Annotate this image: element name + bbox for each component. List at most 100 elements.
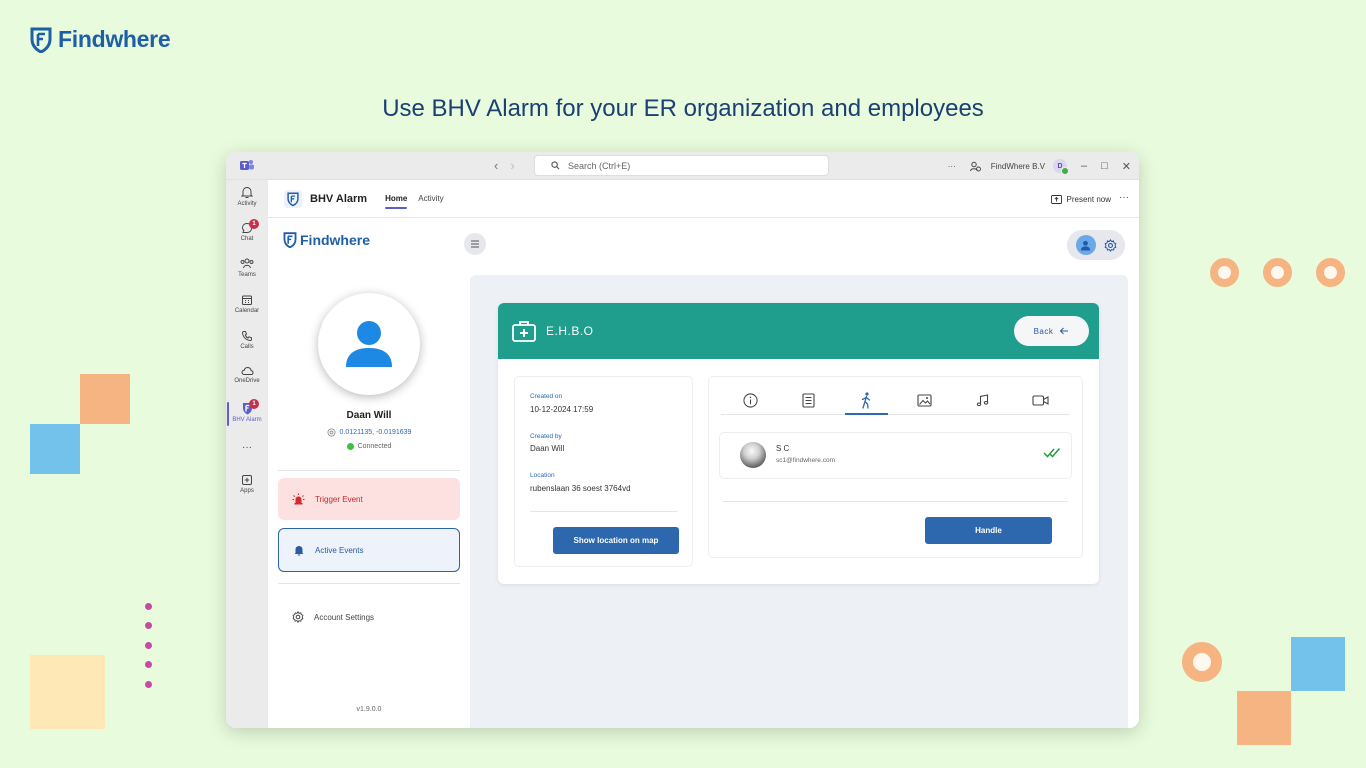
tab-info[interactable] [721,387,779,414]
rail-item-activity[interactable]: Activity [226,186,268,207]
hamburger-icon [471,240,479,248]
panel-brand-name: Findwhere [300,232,371,248]
search-placeholder: Search (Ctrl+E) [568,160,631,171]
location-value: rubenslaan 36 soest 3764vd [530,484,631,493]
created-by-label: Created by [530,433,562,440]
responder-avatar [740,442,766,468]
forward-arrow-icon[interactable]: › [510,158,514,173]
app-version: v1.9.0.0 [356,706,382,713]
status-dot [346,443,354,450]
maximize-icon[interactable]: □ [1101,160,1108,172]
minimize-icon[interactable]: – [1081,160,1087,172]
active-events-label: Active Events [315,545,364,555]
event-tab-bar [721,387,1070,415]
rail-item-apps[interactable]: Apps [226,474,268,494]
search-input[interactable]: Search (Ctrl+E) [534,155,829,176]
hamburger-menu-button[interactable] [464,233,486,255]
handle-button[interactable]: Handle [925,517,1052,544]
event-card: E.H.B.O Back Created on 10-12-2024 17:59… [498,303,1099,584]
trigger-event-button[interactable]: Trigger Event [278,478,460,520]
header-more-icon[interactable]: ··· [1119,180,1129,218]
decor-dot [145,642,152,649]
divider [723,501,1068,502]
first-aid-kit-icon [512,321,536,342]
rail-item-calls[interactable]: Calls [226,330,268,350]
tab-video[interactable] [1012,387,1070,414]
bell-ring-icon [294,546,304,556]
created-on-label: Created on [530,393,563,400]
present-now-button[interactable]: Present now [1050,180,1111,218]
tab-audio[interactable] [954,387,1012,414]
more-apps-icon: ··· [242,442,252,453]
content-area: E.H.B.O Back Created on 10-12-2024 17:59… [470,275,1128,728]
decor-square-yellow [30,655,105,729]
user-name: Daan Will [346,410,392,421]
image-icon [917,394,932,407]
walking-person-icon [862,392,871,409]
coordinates-text: 0.0121135, -0.0191639 [339,429,412,436]
tab-responders[interactable] [837,387,895,415]
rail-item-more[interactable]: ··· [226,442,268,453]
rail-label: Calls [240,344,254,350]
teams-logo-icon [240,160,254,170]
page-headline: Use BHV Alarm for your ER organization a… [382,95,984,122]
divider [530,511,677,512]
tab-home[interactable]: Home [385,180,408,218]
calendar-icon [242,295,252,305]
close-icon[interactable]: ✕ [1122,160,1131,173]
event-card-header: E.H.B.O Back [498,303,1099,359]
plus-square-icon [242,475,252,485]
rail-item-bhv-alarm[interactable]: BHV Alarm 1 [226,399,268,423]
decor-square-orange-right [1237,691,1291,745]
decor-dot [145,661,152,668]
org-name[interactable]: FindWhere B.V [991,162,1045,171]
info-icon [743,393,758,408]
decor-ring [1182,642,1222,682]
decor-dot [145,622,152,629]
rail-item-calendar[interactable]: Calendar [226,294,268,314]
findwhere-shield-icon [30,27,52,53]
decor-dot [145,603,152,610]
show-location-button[interactable]: Show location on map [553,527,679,554]
brand-name: Findwhere [58,26,171,52]
profile-button[interactable] [1075,235,1096,255]
findwhere-shield-icon [284,189,302,208]
video-camera-icon [1032,395,1049,406]
decor-ring [1263,258,1292,287]
org-switch-icon[interactable] [969,161,981,172]
user-avatar[interactable]: D [1053,159,1069,175]
created-by-value: Daan Will [530,444,565,453]
more-options-icon[interactable]: ··· [948,162,956,171]
teams-icon [240,258,254,269]
tab-details[interactable] [779,387,837,414]
music-note-icon [977,394,989,407]
present-icon [1050,194,1062,204]
account-settings-link[interactable]: Account Settings [292,611,374,623]
responder-row[interactable]: S C sc1@findwhere.com [719,432,1072,479]
user-icon [1080,240,1091,251]
double-check-icon [1043,448,1061,458]
tab-images[interactable] [896,387,954,414]
rail-label: Calendar [234,308,260,314]
rail-label: BHV Alarm [232,417,262,423]
account-settings-label: Account Settings [314,612,375,622]
trigger-event-label: Trigger Event [315,494,363,504]
rail-item-chat[interactable]: Chat 1 [226,219,268,242]
back-arrow-icon[interactable]: ‹ [494,158,498,173]
responder-email: sc1@findwhere.com [776,457,835,464]
divider [278,583,460,584]
location-pin-icon [327,428,336,437]
tab-activity[interactable]: Activity [418,180,443,218]
divider [278,470,460,471]
back-button[interactable]: Back [1014,316,1089,346]
gear-icon[interactable] [1104,238,1117,252]
decor-dot [145,681,152,688]
active-events-button[interactable]: Active Events [278,528,460,572]
main-content: E.H.B.O Back Created on 10-12-2024 17:59… [464,218,1139,728]
rail-item-teams[interactable]: Teams [226,258,268,278]
responder-name: S C [776,444,790,453]
app-title: BHV Alarm [310,192,368,205]
rail-item-onedrive[interactable]: OneDrive [226,366,268,384]
rail-label: OneDrive [234,378,260,384]
decor-square-blue [30,424,80,474]
